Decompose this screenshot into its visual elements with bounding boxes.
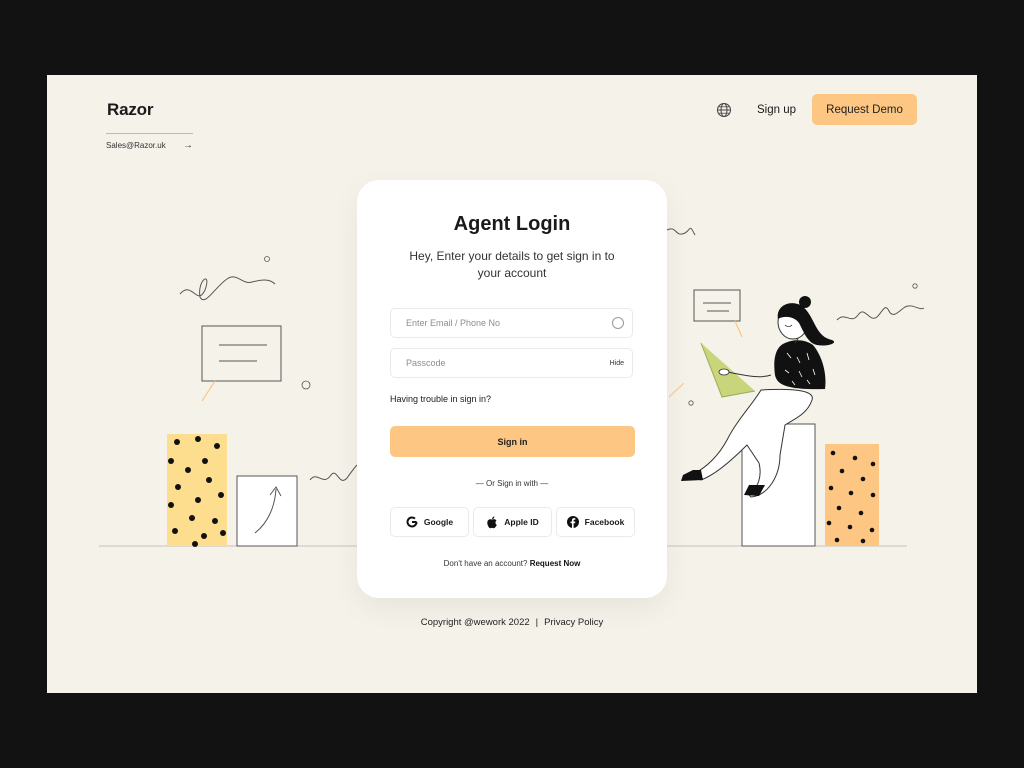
- sales-email: Sales@Razor.uk: [106, 141, 166, 150]
- facebook-sign-in-button[interactable]: Facebook: [556, 507, 635, 537]
- facebook-label: Facebook: [584, 517, 625, 527]
- apple-label: Apple ID: [504, 517, 539, 527]
- hide-password-toggle[interactable]: Hide: [610, 360, 624, 367]
- footer-separator: |: [535, 617, 539, 628]
- brand-logo[interactable]: Razor: [107, 100, 153, 120]
- login-subtitle: Hey, Enter your details to get sign in t…: [409, 249, 615, 280]
- trouble-sign-in-link[interactable]: Having trouble in sign in?: [390, 394, 491, 404]
- copyright-text: Copyright @wework 2022: [420, 617, 530, 628]
- sales-email-link[interactable]: Sales@Razor.uk →: [106, 133, 193, 151]
- social-login-buttons: Google Apple ID Facebook: [390, 507, 639, 537]
- page-title: Agent Login: [453, 213, 571, 235]
- google-icon: [406, 516, 418, 528]
- email-field: [390, 308, 633, 338]
- email-input[interactable]: [406, 318, 586, 328]
- passcode-field: Hide: [390, 348, 633, 378]
- no-account-text: Don't have an account?: [443, 559, 528, 568]
- apple-icon: [487, 516, 498, 528]
- google-sign-in-button[interactable]: Google: [390, 507, 469, 537]
- arrow-right-icon: →: [183, 140, 193, 151]
- globe-icon[interactable]: [716, 102, 732, 118]
- privacy-policy-link[interactable]: Privacy Policy: [544, 617, 603, 628]
- sign-in-button[interactable]: Sign in: [390, 426, 635, 457]
- passcode-input[interactable]: [406, 358, 586, 368]
- request-demo-button[interactable]: Request Demo: [812, 94, 917, 125]
- circle-status-icon: [612, 317, 624, 329]
- footer: Copyright @wework 2022 | Privacy Policy: [47, 617, 977, 628]
- no-account-prompt: Don't have an account? Request Now: [357, 559, 667, 568]
- page-frame: Razor Sales@Razor.uk → Sign up Request D…: [47, 75, 977, 693]
- or-sign-in-with-divider: — Or Sign in with —: [475, 479, 549, 488]
- sign-up-link[interactable]: Sign up: [757, 104, 796, 116]
- facebook-icon: [566, 516, 579, 528]
- top-nav: Sign up Request Demo: [716, 94, 917, 125]
- login-card: Agent Login Hey, Enter your details to g…: [357, 180, 667, 598]
- request-now-link[interactable]: Request Now: [530, 559, 581, 568]
- google-label: Google: [423, 517, 454, 527]
- apple-sign-in-button[interactable]: Apple ID: [473, 507, 552, 537]
